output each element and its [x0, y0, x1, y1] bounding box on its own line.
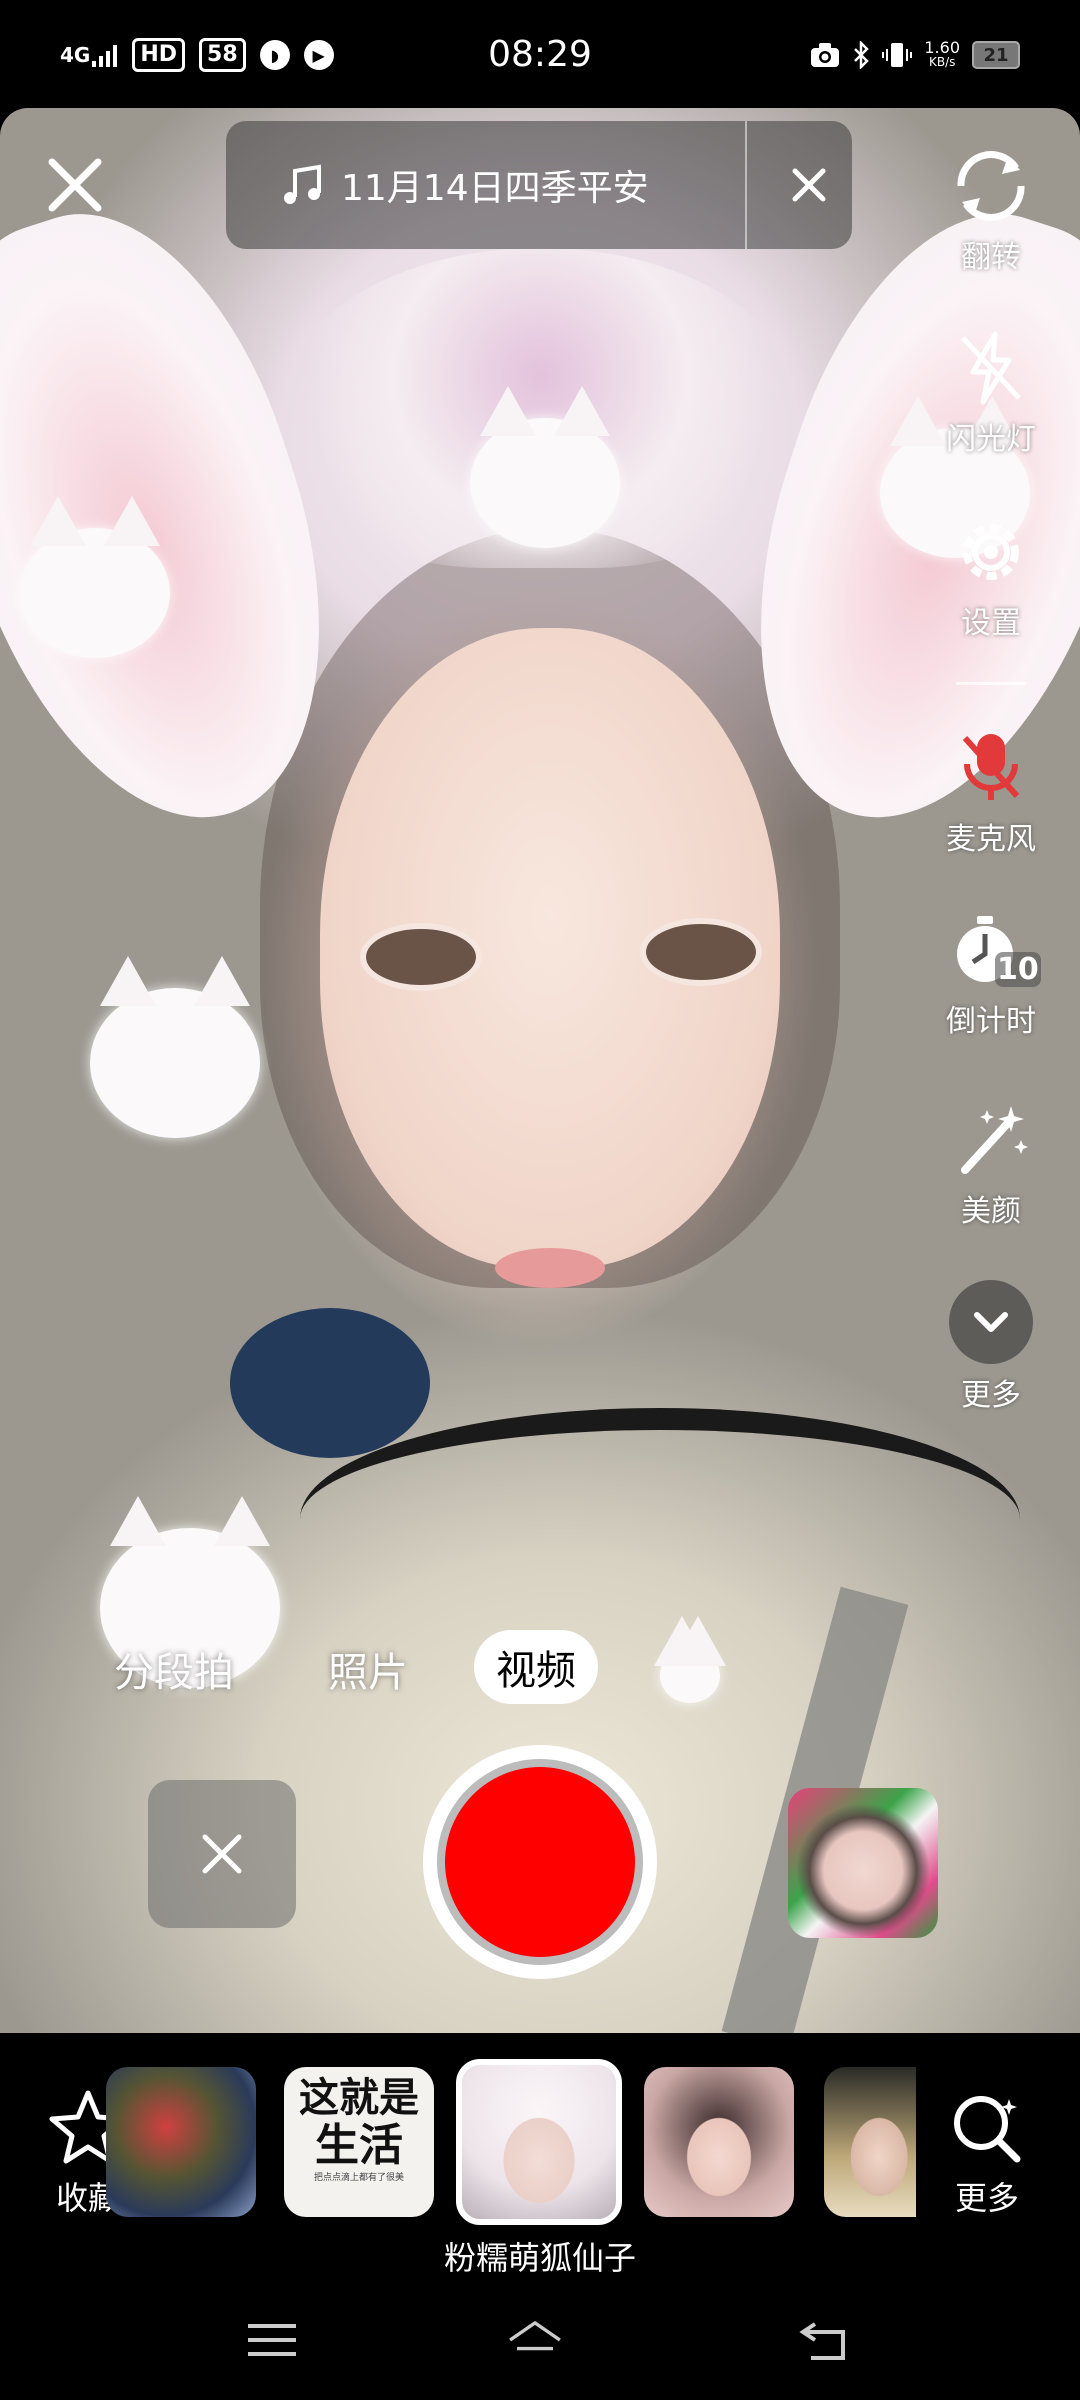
- timer-icon: 10: [951, 910, 1041, 990]
- flip-camera-button[interactable]: 翻转: [916, 146, 1066, 276]
- flash-button[interactable]: 闪光灯: [916, 328, 1066, 458]
- countdown-timer-button[interactable]: 10 倒计时: [916, 910, 1066, 1040]
- capture-mode-tabs: 分段拍 照片 视频: [0, 1630, 1080, 1710]
- left-kitten-sticker: [20, 496, 170, 658]
- tab-photo[interactable]: 照片: [328, 1640, 408, 1698]
- flash-off-icon: [961, 331, 1021, 405]
- flash-label: 闪光灯: [946, 422, 1036, 457]
- tab-video[interactable]: 视频: [474, 1630, 598, 1704]
- vibrate-icon: [882, 43, 913, 67]
- chevron-down-icon: [974, 1312, 1008, 1332]
- battery-icon: 21: [972, 41, 1020, 69]
- microphone-toggle[interactable]: 麦克风: [916, 728, 1066, 858]
- remove-music-button[interactable]: [789, 165, 829, 205]
- magic-wand-icon: [961, 1106, 1028, 1174]
- gallery-thumbnail[interactable]: [788, 1788, 938, 1938]
- remove-effect-button[interactable]: [148, 1780, 296, 1928]
- flip-label: 翻转: [961, 240, 1021, 275]
- effect-thumbnail[interactable]: [106, 2067, 256, 2217]
- net-speed-value: 1.60: [924, 38, 960, 57]
- music-selector[interactable]: 11月14日四季平安: [226, 121, 852, 249]
- effect-thumbnail[interactable]: [644, 2067, 794, 2217]
- effect-thumbnail-selected[interactable]: [456, 2059, 622, 2225]
- search-icon: [954, 2096, 1021, 2163]
- network-speed: 1.60 KB/s: [924, 40, 960, 70]
- subject-left-eye: [360, 923, 482, 991]
- headset-microphone: [230, 1308, 430, 1458]
- close-icon: [202, 1834, 242, 1874]
- subject-lips: [495, 1248, 605, 1288]
- menu-icon[interactable]: [242, 2310, 302, 2370]
- more-tools-label: 更多: [961, 1378, 1021, 1413]
- settings-button[interactable]: 设置: [916, 512, 1066, 642]
- settings-label: 设置: [961, 606, 1021, 641]
- mic-label: 麦克风: [946, 822, 1036, 857]
- music-title[interactable]: 11月14日四季平安: [341, 159, 721, 211]
- thumb-caption: 把点点滴上都有了很美: [313, 2173, 404, 2183]
- mic-muted-icon: [962, 734, 1020, 800]
- thumb-text-line1: 这就是: [299, 2074, 419, 2121]
- back-icon[interactable]: [795, 2310, 855, 2370]
- expand-circle: [949, 1280, 1033, 1364]
- system-nav-bar: [0, 2280, 1080, 2400]
- search-more-effects-button[interactable]: 更多: [932, 2089, 1042, 2219]
- bluetooth-icon: [854, 41, 870, 69]
- more-tools-button[interactable]: 更多: [916, 1280, 1066, 1414]
- battery-level: 21: [983, 44, 1009, 66]
- effect-thumbnail-life[interactable]: 这就是 生活 把点点滴上都有了很美: [284, 2067, 434, 2217]
- effects-bar: 收藏 这就是 生活 把点点滴上都有了很美 更多: [0, 2033, 1080, 2263]
- tab-segment-shoot[interactable]: 分段拍: [114, 1640, 234, 1698]
- camera-in-use-icon: [811, 43, 840, 67]
- music-note-icon: [284, 164, 321, 204]
- beauty-label: 美颜: [961, 1194, 1021, 1229]
- close-camera-button[interactable]: [40, 150, 110, 220]
- subject-right-eye: [640, 918, 762, 986]
- effect-thumbnail[interactable]: [824, 2067, 916, 2217]
- floating-fox-sticker: [90, 956, 260, 1138]
- beauty-button[interactable]: 美颜: [916, 1100, 1066, 1230]
- timer-label: 倒计时: [946, 1004, 1036, 1039]
- net-speed-unit: KB/s: [928, 55, 956, 69]
- more-effects-label: 更多: [954, 2179, 1019, 2217]
- timer-value: 10: [995, 952, 1041, 987]
- selected-effect-name: 粉糯萌狐仙子: [443, 2239, 636, 2277]
- thumb-text-line2: 生活: [315, 2120, 403, 2171]
- record-dot: [445, 1767, 635, 1957]
- flip-camera-icon: [957, 151, 1025, 221]
- crown-kitten-sticker: [470, 386, 620, 548]
- record-button[interactable]: [423, 1745, 657, 1979]
- home-icon[interactable]: [505, 2310, 565, 2370]
- music-pill-divider: [745, 121, 747, 249]
- headset-wire: [300, 1408, 1020, 1630]
- status-right-icons: 1.60 KB/s 21: [810, 40, 1020, 70]
- rail-divider: [956, 682, 1026, 685]
- status-bar: 4G HD 58 ◗ ▶ 08:29 1.60 KB/s 21: [0, 0, 1080, 108]
- gear-icon: [963, 524, 1019, 580]
